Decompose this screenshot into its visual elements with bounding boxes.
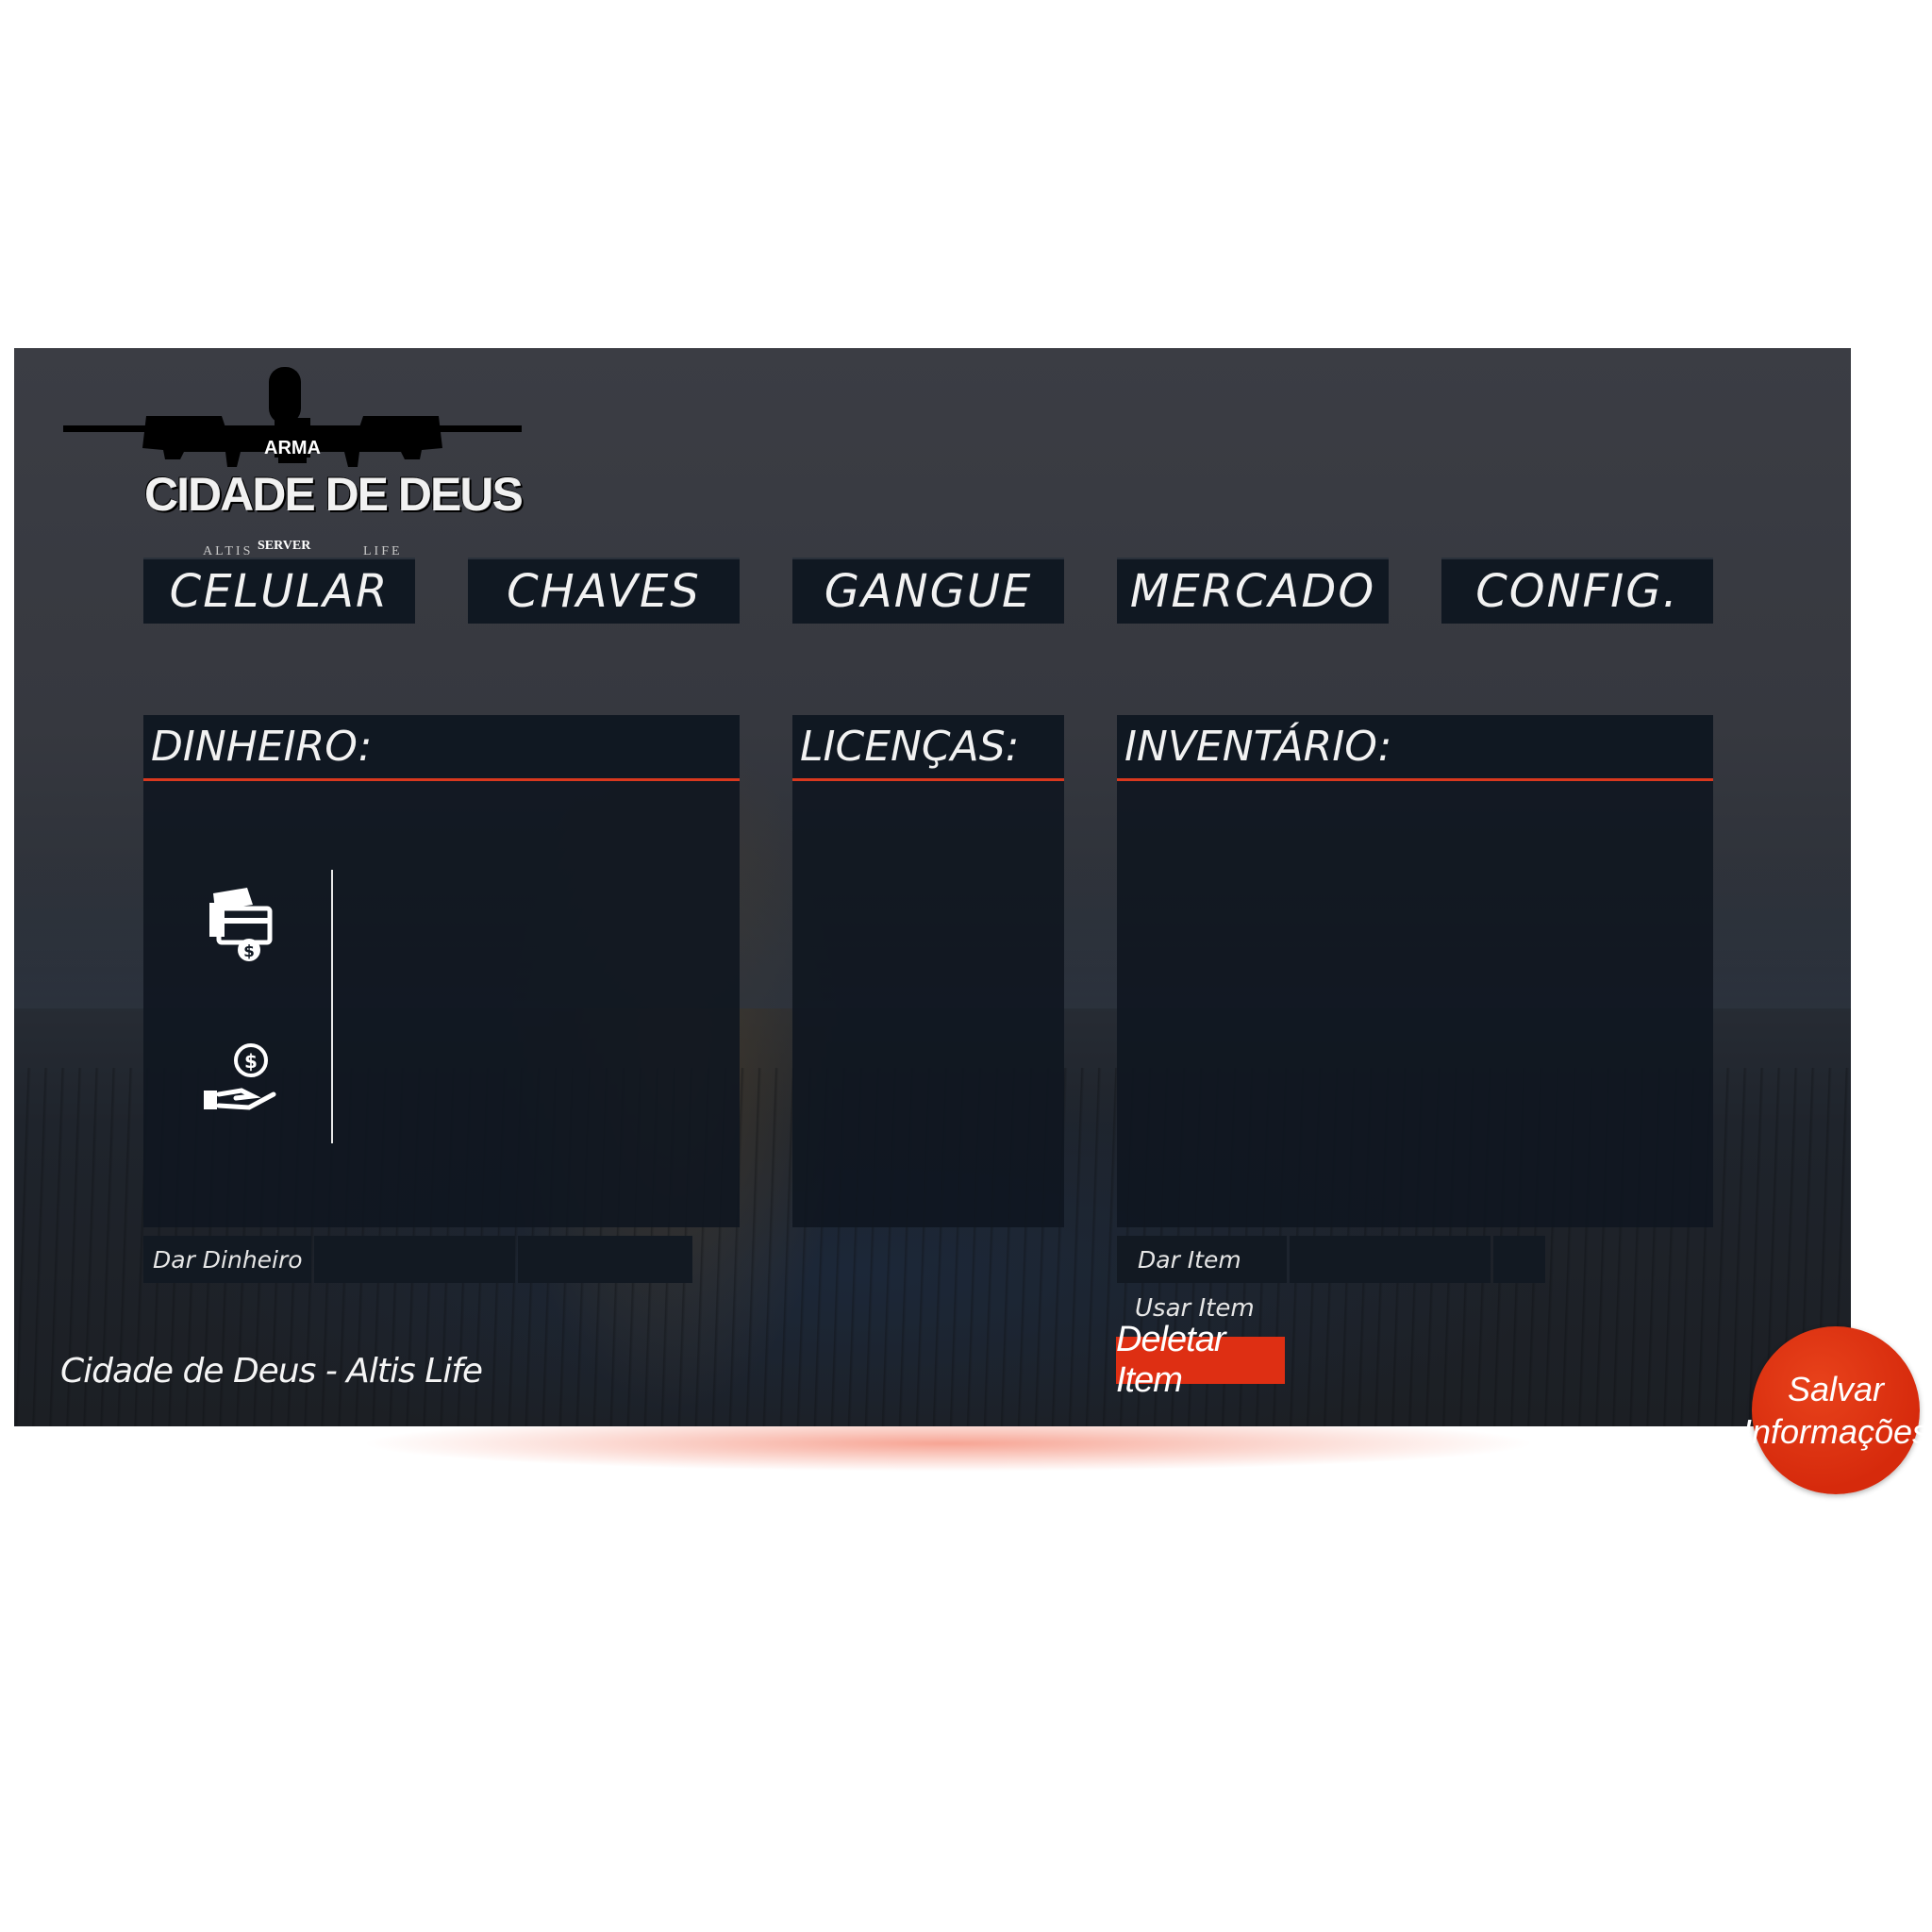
money-amount-input[interactable] xyxy=(314,1236,515,1283)
give-item-button[interactable]: Dar Item xyxy=(1117,1236,1287,1283)
save-button-line1: Salvar xyxy=(1787,1370,1885,1408)
svg-text:$: $ xyxy=(243,942,255,961)
inventory-panel: INVENTÁRIO: xyxy=(1117,715,1713,1227)
money-target-select[interactable] xyxy=(518,1236,692,1283)
footer-title: Cidade de Deus - Altis Life xyxy=(60,1352,483,1391)
tab-gangue[interactable]: GANGUE xyxy=(792,558,1064,624)
give-money-button[interactable]: Dar Dinheiro xyxy=(143,1236,311,1283)
inventory-panel-title: INVENTÁRIO: xyxy=(1117,715,1713,781)
inventory-action-row: Dar Item xyxy=(1117,1236,1548,1283)
money-divider xyxy=(331,870,333,1143)
item-amount-input[interactable] xyxy=(1290,1236,1491,1283)
tab-config[interactable]: CONFIG. xyxy=(1441,558,1713,624)
hand-coin-icon: $ xyxy=(198,1041,283,1121)
item-target-select[interactable] xyxy=(1493,1236,1545,1283)
money-panel-title: DINHEIRO: xyxy=(143,715,740,781)
logo-server-label: SERVER xyxy=(258,539,311,553)
save-info-button[interactable]: Salvar Informações xyxy=(1742,1326,1929,1494)
svg-text:ARMA: ARMA xyxy=(264,438,321,458)
gun-silhouette-icon: ARMA xyxy=(63,367,522,467)
use-item-button[interactable]: Usar Item xyxy=(1135,1294,1255,1323)
menu-window: ARMA CIDADE DE DEUS SERVER ALTIS LIFE CE… xyxy=(14,348,1851,1426)
tab-mercado[interactable]: MERCADO xyxy=(1117,558,1389,624)
server-logo: ARMA CIDADE DE DEUS SERVER ALTIS LIFE xyxy=(52,361,533,558)
delete-item-button[interactable]: Deletar Item xyxy=(1116,1320,1285,1400)
svg-text:$: $ xyxy=(244,1050,258,1073)
tab-celular[interactable]: CELULAR xyxy=(143,558,415,624)
save-button-line2: Informações xyxy=(1741,1412,1930,1451)
tab-chaves[interactable]: CHAVES xyxy=(468,558,740,624)
licenses-panel-title: LICENÇAS: xyxy=(792,715,1064,781)
card-cash-icon: $ xyxy=(198,886,283,974)
licenses-panel: LICENÇAS: xyxy=(792,715,1064,1227)
logo-title: CIDADE DE DEUS xyxy=(144,468,524,521)
money-action-row: Dar Dinheiro xyxy=(143,1236,695,1283)
